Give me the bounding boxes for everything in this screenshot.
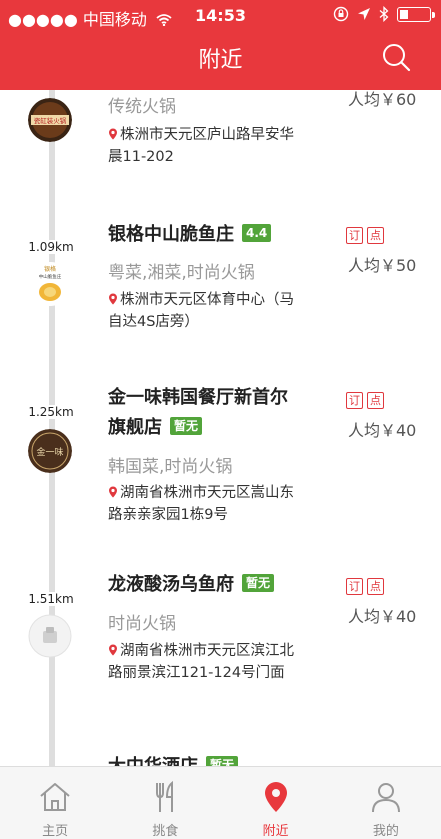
location-pin-icon xyxy=(109,486,117,498)
location-pin-icon xyxy=(264,782,287,812)
rating-badge: 4.4 xyxy=(242,224,272,242)
reserve-tag: 订 xyxy=(346,392,363,409)
address-text: 湖南省株洲市天元区滨江北路丽景滨江121-124号门面 xyxy=(108,643,294,681)
address-text: 株洲市天元区体育中心（马自达4S店旁） xyxy=(108,292,294,330)
fork-knife-icon xyxy=(156,780,174,812)
restaurant-price: 人均￥50 xyxy=(348,256,417,275)
restaurant-name-line2: 旗舰店 xyxy=(108,417,162,438)
svg-text:银格: 银格 xyxy=(44,265,56,273)
restaurant-name: 大中华酒店暂无 xyxy=(108,752,239,766)
person-icon xyxy=(371,783,400,813)
svg-text:中山脆鱼庄: 中山脆鱼庄 xyxy=(39,273,62,280)
distance-label: 1.25km xyxy=(24,405,78,419)
restaurant-item[interactable]: 1.25km 金一味 金一味韩国餐厅新首尔 旗舰店 暂无 韩国菜,时尚火锅 湖南省… xyxy=(0,383,441,558)
order-tag: 点 xyxy=(367,578,384,595)
restaurant-price: 人均￥40 xyxy=(348,607,417,626)
restaurant-name-text: 龙液酸汤乌鱼府 xyxy=(108,574,234,595)
location-pin-icon xyxy=(109,293,117,305)
restaurant-name: 金一味韩国餐厅新首尔 旗舰店 暂无 xyxy=(108,383,318,443)
svg-text:金一味: 金一味 xyxy=(36,446,63,458)
location-pin-icon xyxy=(109,128,117,140)
restaurant-logo: 金一味 xyxy=(28,429,72,473)
rating-badge: 暂无 xyxy=(242,574,275,592)
service-tags: 订 点 xyxy=(346,227,384,244)
service-tags: 订 点 xyxy=(346,578,384,595)
restaurant-address: 株洲市天元区庐山路早安华晨11-202 xyxy=(108,124,308,168)
restaurant-name: 银格中山脆鱼庄 4.4 xyxy=(108,220,272,250)
home-icon xyxy=(40,783,70,811)
restaurant-address: 株洲市天元区体育中心（马自达4S店旁） xyxy=(108,289,308,333)
svg-text:瓷缸装火锅: 瓷缸装火锅 xyxy=(34,116,67,125)
order-tag: 点 xyxy=(367,227,384,244)
restaurant-price: 人均￥40 xyxy=(348,421,417,440)
tab-pick-food[interactable]: 挑食 xyxy=(110,767,220,839)
tab-mine-label: 我的 xyxy=(372,824,399,839)
order-tag: 点 xyxy=(367,392,384,409)
location-pin-icon xyxy=(109,644,117,656)
reserve-tag: 订 xyxy=(346,578,363,595)
rating-badge: 暂无 xyxy=(170,417,203,435)
reserve-tag: 订 xyxy=(346,227,363,244)
restaurant-address: 湖南省株洲市天元区滨江北路丽景滨江121-124号门面 xyxy=(108,640,308,684)
service-tags: 订 点 xyxy=(346,392,384,409)
tab-bar: 主页 挑食 附近 我的 xyxy=(0,766,441,839)
restaurant-name-text: 银格中山脆鱼庄 xyxy=(108,224,234,245)
restaurant-item[interactable]: 1.09km 银格 中山脆鱼庄 银格中山脆鱼庄 4.4 粤菜,湘菜,时尚火锅 株洲… xyxy=(0,218,441,373)
restaurant-name-line1: 金一味韩国餐厅新首尔 xyxy=(108,387,288,408)
tab-home-label: 主页 xyxy=(42,824,69,839)
restaurant-category: 传统火锅 xyxy=(108,97,176,117)
restaurant-logo: 银格 中山脆鱼庄 xyxy=(28,262,72,306)
rating-badge: 暂无 xyxy=(206,756,239,766)
restaurant-category: 时尚火锅 xyxy=(108,614,176,634)
tab-nearby-label: 附近 xyxy=(262,824,289,839)
restaurant-logo: 瓷缸装火锅 xyxy=(28,98,72,142)
distance-label: 1.51km xyxy=(24,592,78,606)
tab-mine[interactable]: 我的 xyxy=(331,767,441,839)
restaurant-item[interactable]: 瓷缸装火锅 传统火锅 株洲市天元区庐山路早安华晨11-202 人均￥60 xyxy=(0,0,441,170)
restaurant-item[interactable]: 1.51km 龙液酸汤乌鱼府 暂无 时尚火锅 湖南省株洲市天元区滨江北路丽景滨江1… xyxy=(0,570,441,740)
restaurant-price: 人均￥60 xyxy=(348,90,417,109)
tab-nearby[interactable]: 附近 xyxy=(221,767,331,839)
restaurant-category: 韩国菜,时尚火锅 xyxy=(108,457,233,477)
address-text: 株洲市天元区庐山路早安华晨11-202 xyxy=(108,127,294,165)
restaurant-category: 粤菜,湘菜,时尚火锅 xyxy=(108,263,255,283)
restaurant-address: 湖南省株洲市天元区嵩山东路亲亲家园1栋9号 xyxy=(108,482,308,526)
address-text: 湖南省株洲市天元区嵩山东路亲亲家园1栋9号 xyxy=(108,485,294,523)
restaurant-item[interactable]: 大中华酒店暂无 xyxy=(0,752,441,766)
tab-pick-food-label: 挑食 xyxy=(152,824,179,839)
restaurant-name: 龙液酸汤乌鱼府 暂无 xyxy=(108,570,275,600)
restaurant-logo xyxy=(28,614,72,658)
tab-home[interactable]: 主页 xyxy=(0,767,110,839)
restaurant-name-text: 大中华酒店 xyxy=(108,756,198,766)
distance-label: 1.09km xyxy=(24,240,78,254)
